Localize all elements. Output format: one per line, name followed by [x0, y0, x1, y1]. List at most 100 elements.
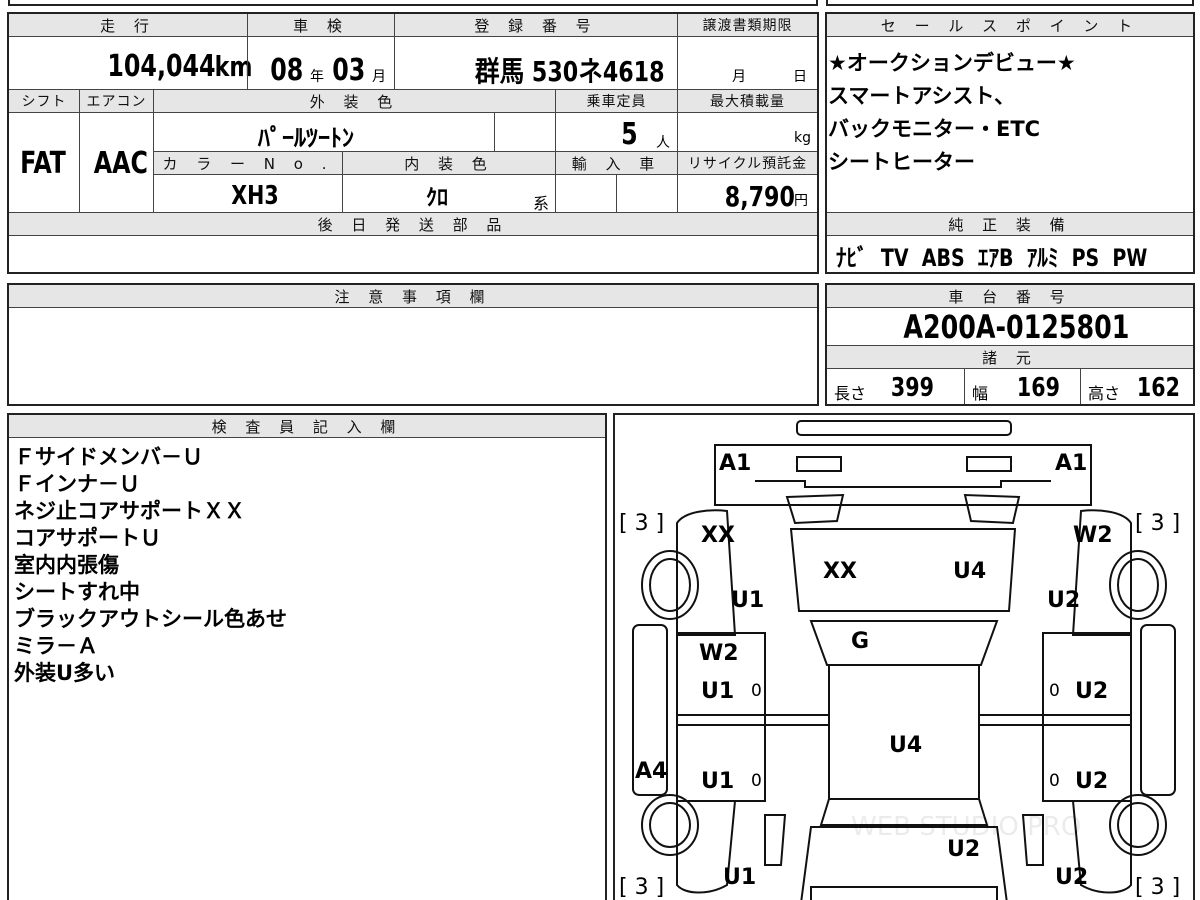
divider — [827, 368, 1193, 369]
divider — [9, 36, 817, 37]
aircon-value: AAC — [93, 145, 148, 181]
inspection-year: 08 — [270, 52, 304, 88]
inspection-month-unit: 月 — [372, 69, 386, 85]
length-value: 399 — [890, 373, 934, 403]
bracket-label: [ 3 ] — [1135, 511, 1181, 536]
capacity-value: 5 — [621, 116, 638, 152]
divider — [9, 307, 817, 308]
capacity-header: 乗車定員 — [556, 90, 677, 112]
divider — [394, 14, 395, 90]
recycle-header: リサイクル預託金 — [678, 152, 817, 174]
height-label: 高さ — [1088, 384, 1121, 403]
sales-point-line-3: バックモニター・ETC — [828, 117, 1041, 141]
exterior-color-value: ﾊﾟｰﾙﾂｰﾄﾝ — [258, 124, 354, 152]
registration-header: 登 録 番 号 — [395, 14, 677, 36]
interior-color-header: 内 装 色 — [343, 152, 555, 174]
divider — [494, 112, 495, 152]
zero-label: 0 — [1049, 771, 1060, 791]
divider — [827, 235, 1193, 236]
zero-label: 0 — [751, 681, 762, 701]
damage-label: U2 — [1075, 679, 1109, 704]
damage-label: U2 — [1075, 769, 1109, 794]
inspector-line-6: シートすれ中 — [14, 580, 140, 604]
equipment-header: 純 正 装 備 — [827, 213, 1193, 235]
inspection-month: 03 — [332, 52, 366, 88]
divider — [677, 90, 678, 212]
import-header: 輸 入 車 — [556, 152, 677, 174]
color-no-value: XH3 — [231, 181, 279, 211]
width-value: 169 — [1016, 373, 1060, 403]
sales-point-line-1: ★オークションデビュー★ — [828, 51, 1076, 75]
inspector-line-2: Ｆインナ－Ｕ — [14, 472, 140, 496]
top-cutoff-strip — [0, 0, 1200, 8]
inspector-header: 検 査 員 記 入 欄 — [9, 415, 605, 437]
length-label: 長さ — [834, 384, 867, 403]
specs-header: 諸 元 — [827, 346, 1193, 368]
inspection-header: 車 検 — [248, 14, 394, 36]
zero-label: 0 — [751, 771, 762, 791]
recycle-unit: 円 — [794, 193, 808, 209]
registration-number: 群馬 530ネ4618 — [474, 55, 665, 88]
interior-color-value: ｸﾛ — [426, 186, 449, 211]
divider — [9, 112, 817, 113]
damage-label: G — [851, 629, 870, 654]
damage-label: A1 — [719, 451, 752, 476]
damage-label: W2 — [699, 641, 739, 666]
width-label: 幅 — [972, 384, 989, 403]
max-load-unit: kg — [794, 130, 811, 146]
zero-label: 0 — [1049, 681, 1060, 701]
mileage-header: 走 行 — [9, 14, 247, 36]
damage-label: U1 — [731, 588, 765, 613]
later-parts-header: 後 日 発 送 部 品 — [9, 213, 817, 235]
capacity-unit: 人 — [656, 135, 670, 151]
bracket-label: [ 3 ] — [1135, 875, 1181, 900]
inspector-line-5: 室内内張傷 — [14, 553, 119, 577]
damage-label: U1 — [701, 679, 735, 704]
height-value: 162 — [1136, 373, 1180, 403]
divider — [616, 174, 617, 212]
sales-point-line-2: スマートアシスト、 — [828, 84, 1016, 108]
damage-label: A4 — [635, 759, 668, 784]
color-no-header: カ ラ ー N o . — [154, 152, 342, 174]
damage-label: U2 — [947, 837, 981, 862]
chassis-number: A200A-0125801 — [903, 308, 1130, 346]
damage-label: XX — [701, 523, 735, 548]
interior-suffix: 系 — [533, 194, 550, 213]
divider — [677, 14, 678, 90]
mileage-value: 104,044 — [107, 48, 216, 84]
notes-header: 注 意 事 項 欄 — [9, 285, 817, 307]
divider — [154, 174, 817, 175]
damage-label: W2 — [1073, 523, 1113, 548]
divider — [247, 14, 248, 90]
damage-label: A1 — [1055, 451, 1088, 476]
divider — [9, 235, 817, 236]
shift-value: FAT — [20, 145, 66, 181]
deadline-day-unit: 日 — [793, 69, 807, 85]
inspector-line-1: Ｆサイドメンバ－Ｕ — [14, 445, 203, 469]
inspector-line-8: ミラ－Ａ — [14, 634, 98, 658]
inspector-line-3: ネジ止コアサポートＸＸ — [14, 499, 245, 523]
car-diagram-box: WEB STUDIO PRO A1 A1 [ 3 ] [ 3 ] [ 3 ] [… — [613, 413, 1195, 900]
damage-label: U1 — [701, 769, 735, 794]
divider — [153, 90, 154, 212]
divider — [79, 90, 80, 212]
equipment-items: ﾅﾋﾞ TV ABS ｴｱB ｱﾙﾐ PS PW — [836, 243, 1148, 272]
bracket-label: [ 3 ] — [619, 511, 665, 536]
bracket-label: [ 3 ] — [619, 875, 665, 900]
shift-header: シフト — [9, 90, 79, 112]
damage-label: U4 — [953, 559, 987, 584]
inspector-line-7: ブラックアウトシール色あせ — [14, 607, 287, 631]
damage-label: U4 — [889, 733, 923, 758]
aircon-header: エアコン — [80, 90, 153, 112]
divider — [1080, 368, 1081, 404]
exterior-color-header: 外 装 色 — [154, 90, 555, 112]
divider — [827, 36, 1193, 37]
sales-points-header: セ ー ル ス ポ イ ン ト — [827, 14, 1193, 36]
divider — [964, 368, 965, 404]
damage-label: U1 — [723, 865, 757, 890]
damage-label: XX — [823, 559, 857, 584]
damage-label: U2 — [1047, 588, 1081, 613]
inspector-line-4: コアサポートＵ — [14, 526, 161, 550]
sales-point-line-4: シートヒーター — [828, 150, 975, 174]
divider — [342, 152, 343, 212]
